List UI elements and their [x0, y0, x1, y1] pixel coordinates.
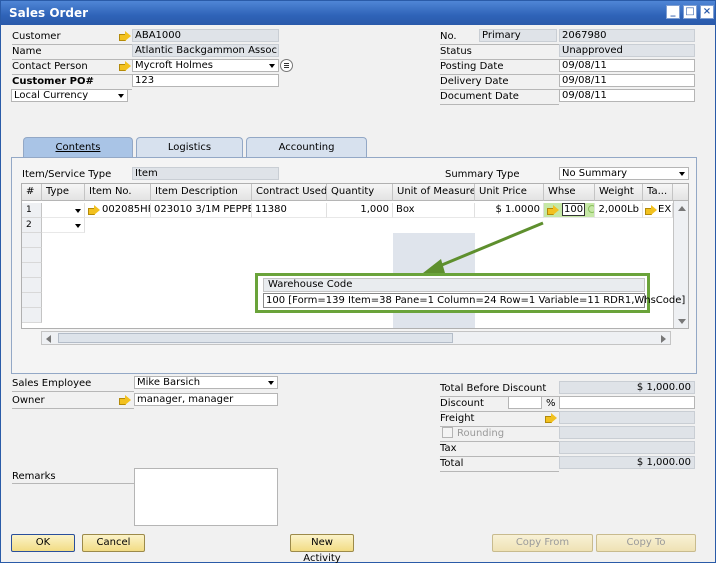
link-arrow-icon[interactable]	[545, 413, 557, 423]
rounding-label: Rounding	[457, 428, 505, 439]
new-activity-button[interactable]: New Activity	[290, 534, 354, 564]
sales-employee-select[interactable]: Mike Barsich	[134, 376, 278, 389]
total-field: $ 1,000.00	[559, 456, 695, 469]
freight-field	[559, 411, 695, 424]
ok-button[interactable]: OK	[11, 534, 75, 552]
freight-label: Freight	[440, 413, 475, 424]
divider	[440, 456, 559, 457]
total-before-discount-label: Total Before Discount	[440, 383, 547, 394]
rounding-field	[559, 426, 695, 439]
tax-label: Tax	[440, 443, 457, 454]
tooltip-text: 100 [Form=139 Item=38 Pane=1 Column=24 R…	[263, 293, 685, 308]
sales-employee-value: Mike Barsich	[137, 377, 201, 388]
rounding-checkbox[interactable]	[442, 427, 453, 438]
sales-employee-label: Sales Employee	[12, 378, 92, 389]
link-arrow-icon[interactable]	[119, 395, 131, 405]
total-before-discount-field: $ 1,000.00	[559, 381, 695, 394]
divider	[440, 411, 559, 412]
remarks-textarea[interactable]	[134, 468, 278, 526]
annotation-arrow-head	[423, 259, 445, 273]
divider	[12, 391, 134, 392]
warehouse-code-tooltip: Warehouse Code 100 [Form=139 Item=38 Pan…	[255, 273, 685, 313]
percent-sign: %	[546, 398, 556, 409]
discount-amount-field[interactable]	[559, 396, 695, 409]
copy-to-button[interactable]: Copy To	[596, 534, 696, 552]
divider	[440, 471, 559, 472]
discount-label: Discount	[440, 398, 484, 409]
tax-field	[559, 441, 695, 454]
divider	[12, 408, 134, 409]
copy-from-button[interactable]: Copy From	[492, 534, 593, 552]
remarks-label: Remarks	[12, 471, 56, 482]
owner-label: Owner	[12, 395, 45, 406]
chevron-down-icon[interactable]	[267, 378, 276, 387]
divider	[12, 483, 134, 484]
annotation-arrow-line	[436, 221, 544, 269]
divider	[440, 426, 559, 427]
tooltip-title: Warehouse Code	[263, 278, 645, 292]
divider	[440, 441, 559, 442]
sales-order-window: Sales Order _ □ × Customer ABA1000 Name …	[0, 0, 716, 564]
owner-field[interactable]: manager, manager	[134, 393, 278, 406]
cancel-button[interactable]: Cancel	[82, 534, 145, 552]
total-label: Total	[440, 458, 464, 469]
discount-percent-field[interactable]	[508, 396, 542, 409]
